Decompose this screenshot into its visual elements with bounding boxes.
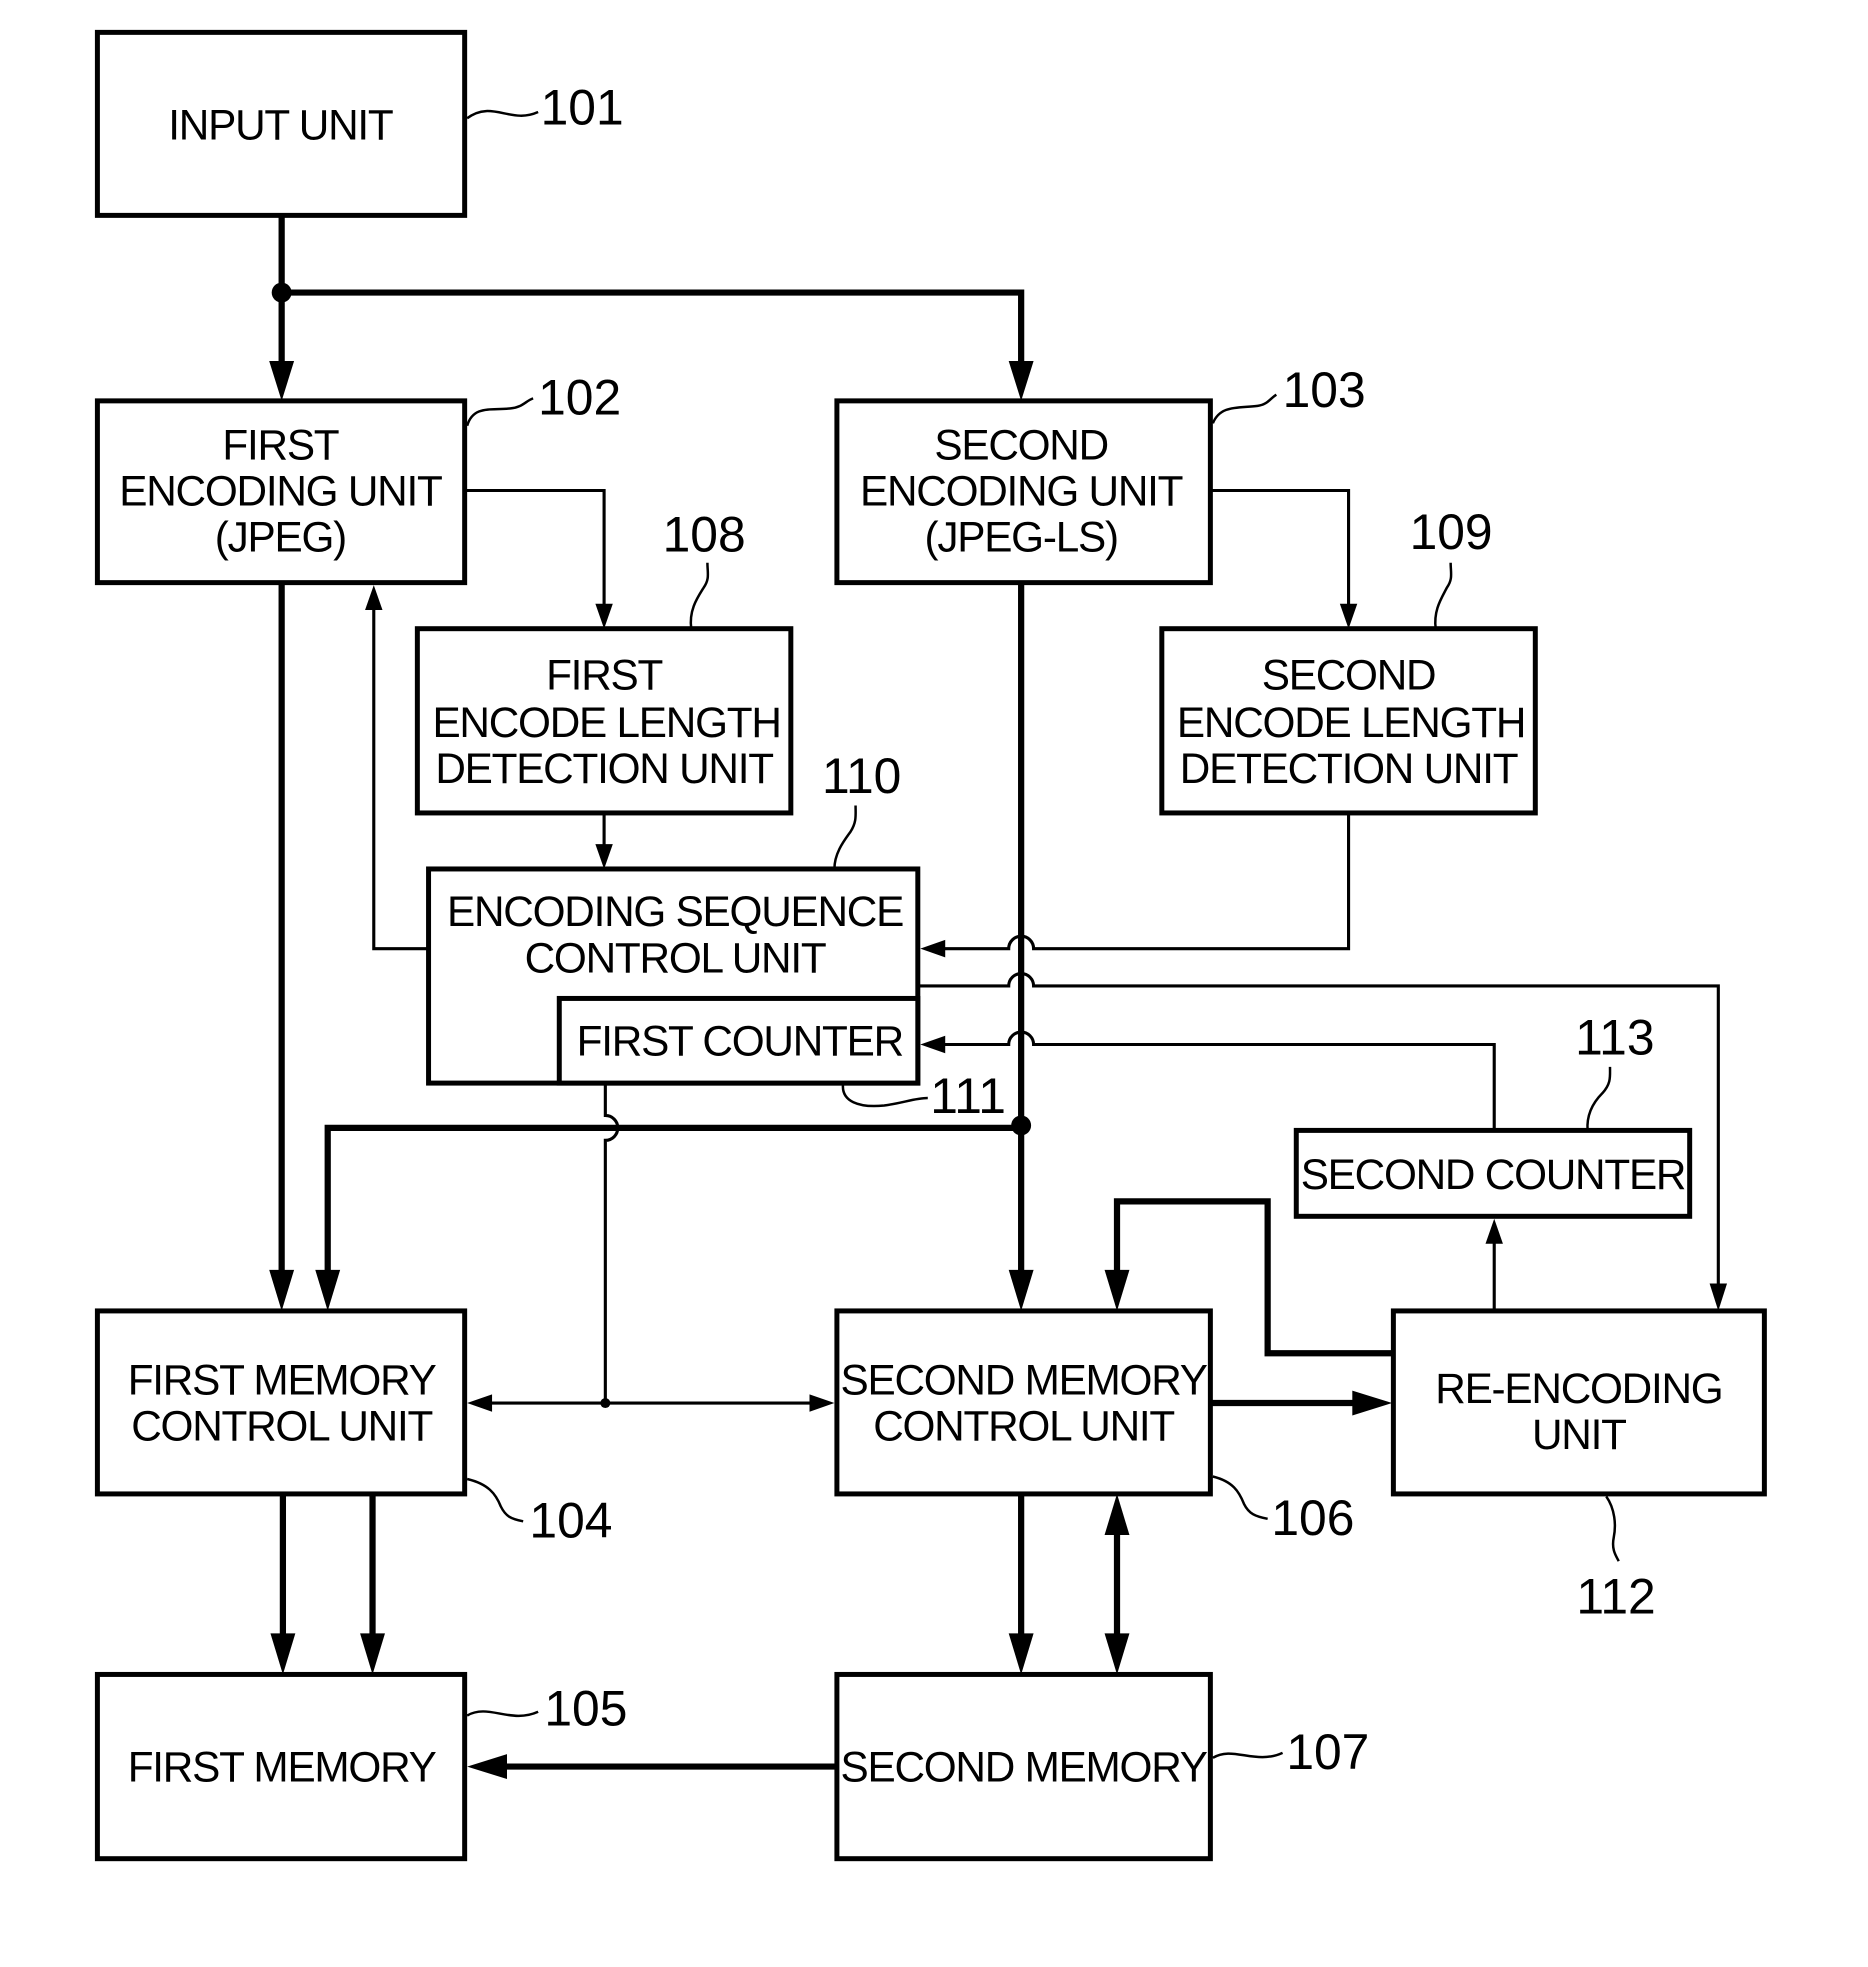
- ref-111: 111: [930, 1068, 1006, 1124]
- wire-junction-to-second-encoder: [281, 289, 1025, 364]
- arrowhead-to-first-counter: [920, 1035, 946, 1054]
- first-encode-length-label-line3: DETECTION UNIT: [435, 745, 773, 792]
- block-input-unit: INPUT UNIT: [94, 29, 468, 218]
- arrowhead-bidirectional-up: [1104, 1493, 1130, 1536]
- arrowhead-to-length1: [595, 603, 613, 629]
- second-encode-length-label-line1: SECOND: [1262, 652, 1436, 699]
- block-first-encoding-unit: FIRST ENCODING UNIT (JPEG): [94, 398, 468, 586]
- arrowhead-bidirectional-down: [1104, 1633, 1130, 1675]
- ref-106: 106: [1271, 1490, 1354, 1546]
- wire-second-encoder-to-length2: [1210, 488, 1351, 607]
- second-encode-length-label-line2: ENCODE LENGTH: [1177, 699, 1525, 746]
- leader-106: [1212, 1475, 1268, 1521]
- wire-first-encoder-to-length1: [464, 488, 606, 607]
- ref-104: 104: [529, 1492, 612, 1548]
- arrowhead-to-first-encoder: [269, 361, 295, 401]
- first-encoding-unit-label-line2: ENCODING UNIT: [119, 467, 442, 514]
- wire-length2-to-sequence: [942, 812, 1351, 951]
- first-counter-label: FIRST COUNTER: [577, 1018, 903, 1065]
- arrowhead-to-sequence-from-length2: [920, 939, 946, 958]
- arrowhead-to-second-memory-control-signal: [809, 1394, 835, 1412]
- wire-second-encoder-to-first-memory-control: [324, 1124, 1022, 1273]
- leader-105: [466, 1710, 539, 1718]
- arrowhead-to-first-memory: [467, 1754, 507, 1780]
- first-encode-length-label-line1: FIRST: [546, 652, 662, 699]
- block-diagram: INPUT UNIT FIRST ENCODING UNIT (JPEG) SE…: [94, 29, 1767, 1862]
- first-encode-length-label-line2: ENCODE LENGTH: [432, 699, 780, 746]
- arrowhead-to-first-memory-b: [360, 1633, 385, 1675]
- arrowhead-to-length2: [1339, 603, 1358, 629]
- arrowhead-to-second-encoder: [1008, 361, 1034, 401]
- first-memory-label: FIRST MEMORY: [128, 1744, 437, 1791]
- second-memory-control-label-line1: SECOND MEMORY: [841, 1356, 1208, 1403]
- re-encoding-unit-label-line2: UNIT: [1532, 1411, 1626, 1458]
- arrowhead-to-first-memory-control-signal: [467, 1394, 493, 1412]
- first-memory-control-label-line2: CONTROL UNIT: [131, 1402, 432, 1449]
- leader-111: [841, 1082, 928, 1108]
- first-encoding-unit-label-line1: FIRST: [222, 421, 338, 468]
- wire-second-counter-to-first-counter: [942, 1030, 1496, 1131]
- arrowhead-to-re-encoding-from-sequence: [1709, 1283, 1728, 1311]
- block-second-memory: SECOND MEMORY: [834, 1671, 1213, 1862]
- block-first-counter: FIRST COUNTER: [556, 995, 921, 1086]
- arrowhead-to-first-memory-control-a: [269, 1269, 295, 1311]
- second-encoding-unit-label-line1: SECOND: [934, 421, 1108, 468]
- second-counter-label: SECOND COUNTER: [1301, 1151, 1686, 1198]
- second-memory-control-label-line2: CONTROL UNIT: [873, 1402, 1174, 1449]
- block-second-encoding-unit: SECOND ENCODING UNIT (JPEG-LS): [834, 398, 1213, 586]
- leader-102: [465, 397, 534, 427]
- encoding-sequence-control-label-line1: ENCODING SEQUENCE: [447, 888, 903, 935]
- arrowhead-to-first-encoder-feedback: [365, 585, 383, 611]
- ref-107: 107: [1286, 1724, 1369, 1780]
- wire-counter-to-memory-controls: [603, 1083, 620, 1404]
- first-memory-control-label-line1: FIRST MEMORY: [128, 1356, 437, 1403]
- leader-109: [1434, 562, 1453, 629]
- second-encoding-unit-label-line2: ENCODING UNIT: [860, 467, 1183, 514]
- arrowhead-to-sequence-from-length1: [595, 844, 613, 869]
- leader-104: [466, 1477, 524, 1523]
- leader-101: [466, 109, 539, 120]
- arrowhead-to-first-memory-control-b: [315, 1269, 341, 1311]
- ref-113: 113: [1575, 1009, 1654, 1065]
- block-first-memory: FIRST MEMORY: [94, 1671, 468, 1862]
- arrowhead-to-second-memory: [1008, 1633, 1034, 1675]
- ref-108: 108: [663, 507, 746, 563]
- ref-102: 102: [538, 370, 621, 426]
- second-encoding-unit-label-line3: (JPEG-LS): [924, 514, 1117, 561]
- second-memory-label: SECOND MEMORY: [841, 1744, 1208, 1791]
- first-encoding-unit-label-line3: (JPEG): [215, 514, 346, 561]
- ref-101: 101: [541, 79, 624, 135]
- leader-107: [1212, 1751, 1284, 1759]
- block-second-encode-length-detection-unit: SECOND ENCODE LENGTH DETECTION UNIT: [1159, 626, 1538, 816]
- block-re-encoding-unit: RE-ENCODING UNIT: [1390, 1308, 1767, 1497]
- leader-103: [1211, 393, 1278, 424]
- arrowhead-to-second-counter: [1485, 1218, 1503, 1244]
- re-encoding-unit-label-line1: RE-ENCODING: [1435, 1365, 1722, 1412]
- ref-105: 105: [544, 1680, 627, 1736]
- block-second-memory-control-unit: SECOND MEMORY CONTROL UNIT: [834, 1308, 1213, 1497]
- arrowhead-to-second-memory-control-from-re-encoding: [1104, 1269, 1130, 1311]
- arrowhead-to-first-memory-a: [270, 1633, 296, 1675]
- ref-103: 103: [1283, 362, 1366, 418]
- ref-110: 110: [822, 748, 901, 804]
- leader-108: [689, 562, 710, 629]
- second-encode-length-label-line3: DETECTION UNIT: [1180, 745, 1518, 792]
- block-first-encode-length-detection-unit: FIRST ENCODE LENGTH DETECTION UNIT: [414, 626, 794, 816]
- input-unit-label: INPUT UNIT: [168, 101, 393, 148]
- leader-112: [1605, 1495, 1620, 1562]
- leader-113: [1586, 1066, 1612, 1131]
- ref-112: 112: [1576, 1568, 1655, 1624]
- ref-109: 109: [1410, 504, 1493, 560]
- encoding-sequence-control-label-line2: CONTROL UNIT: [525, 934, 826, 981]
- block-second-counter: SECOND COUNTER: [1293, 1127, 1693, 1219]
- arrowhead-to-second-memory-control: [1008, 1269, 1034, 1311]
- leader-110: [833, 805, 857, 870]
- block-first-memory-control-unit: FIRST MEMORY CONTROL UNIT: [94, 1308, 468, 1497]
- arrowhead-to-re-encoding: [1352, 1390, 1393, 1416]
